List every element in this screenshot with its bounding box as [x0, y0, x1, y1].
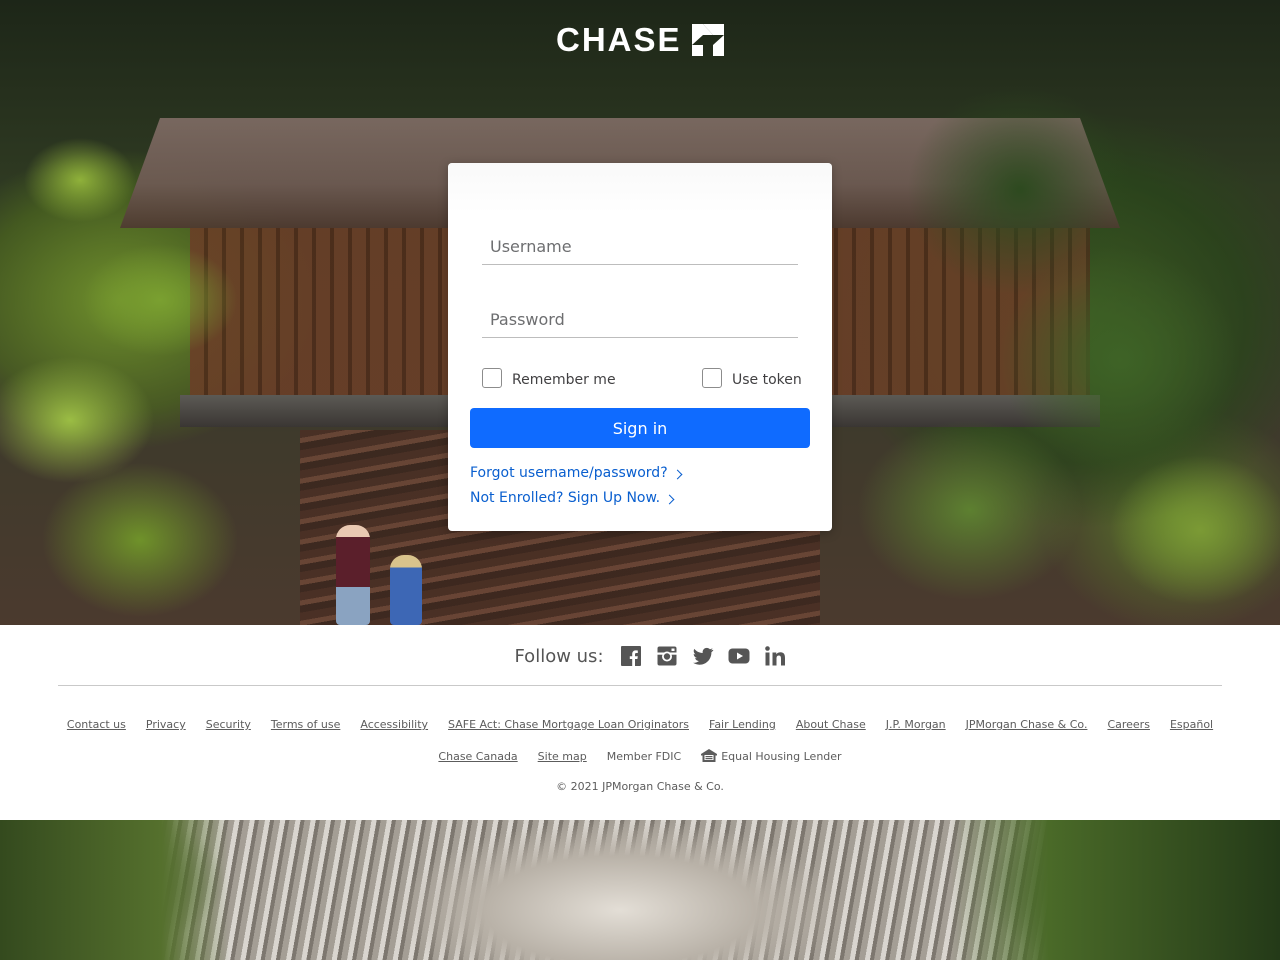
chase-logo[interactable]: CHASE [556, 22, 724, 58]
hiker-figure [336, 525, 370, 625]
facebook-icon[interactable] [620, 645, 642, 667]
member-fdic-text: Member FDIC [606, 749, 682, 763]
linkedin-icon[interactable] [764, 645, 786, 667]
forgot-credentials-link[interactable]: Forgot username/password? [470, 465, 683, 481]
use-token-option[interactable]: Use token [702, 368, 802, 388]
site-footer: Follow us: Contact us Privacy Security T… [0, 625, 1280, 820]
footer-link-terms-of-use[interactable]: Terms of use [271, 718, 340, 731]
enroll-link[interactable]: Not Enrolled? Sign Up Now. [470, 490, 675, 506]
footer-link-espanol[interactable]: Español [1170, 718, 1213, 731]
footer-link-safe-act[interactable]: SAFE Act: Chase Mortgage Loan Originator… [448, 718, 689, 731]
footer-link-careers[interactable]: Careers [1107, 718, 1150, 731]
footer-link-fair-lending[interactable]: Fair Lending [709, 718, 776, 731]
social-follow-bar: Follow us: [0, 645, 1280, 667]
equal-housing-icon [701, 749, 718, 762]
footer-links-row-secondary: Chase Canada Site map Member FDIC Equal … [0, 749, 1280, 763]
sign-in-button[interactable]: Sign in [470, 408, 810, 448]
hiker-figure [390, 555, 422, 625]
remember-me-checkbox[interactable] [482, 368, 502, 388]
brand-name: CHASE [556, 21, 682, 58]
foliage-right [950, 820, 1280, 960]
foliage-left [0, 820, 230, 960]
chase-octagon-icon [691, 24, 724, 56]
forgot-credentials-label: Forgot username/password? [470, 465, 668, 481]
footer-link-about-chase[interactable]: About Chase [796, 718, 866, 731]
equal-housing-label: Equal Housing Lender [721, 749, 842, 763]
login-card: Remember me Use token Sign in Forgot use… [448, 163, 832, 531]
twitter-icon[interactable] [692, 645, 714, 667]
footer-link-jp-morgan[interactable]: J.P. Morgan [886, 718, 946, 731]
footer-link-security[interactable]: Security [206, 718, 251, 731]
use-token-checkbox[interactable] [702, 368, 722, 388]
footer-link-privacy[interactable]: Privacy [146, 718, 186, 731]
tree-foliage-left [0, 60, 300, 620]
password-input[interactable] [482, 302, 798, 338]
footer-link-site-map[interactable]: Site map [538, 750, 587, 763]
youtube-icon[interactable] [728, 645, 750, 667]
remember-me-option[interactable]: Remember me [482, 368, 616, 388]
copyright-text: © 2021 JPMorgan Chase & Co. [556, 780, 724, 793]
footer-link-accessibility[interactable]: Accessibility [360, 718, 428, 731]
footer-link-jpmorgan-chase[interactable]: JPMorgan Chase & Co. [966, 718, 1088, 731]
footer-link-chase-canada[interactable]: Chase Canada [438, 750, 517, 763]
instagram-icon[interactable] [656, 645, 678, 667]
equal-housing-lender: Equal Housing Lender [701, 749, 842, 763]
follow-label: Follow us: [514, 645, 604, 667]
chevron-right-icon [664, 494, 675, 504]
use-token-label: Use token [732, 372, 802, 388]
card-header-fade [448, 163, 832, 213]
footer-divider [58, 685, 1222, 686]
remember-me-label: Remember me [512, 372, 616, 388]
chevron-right-icon [672, 469, 683, 479]
tree-foliage-right [820, 30, 1280, 625]
enroll-label: Not Enrolled? Sign Up Now. [470, 490, 661, 506]
background-photo-bottom [0, 820, 1280, 960]
footer-link-contact-us[interactable]: Contact us [67, 718, 126, 731]
username-input[interactable] [482, 229, 798, 265]
footer-links-row: Contact us Privacy Security Terms of use… [0, 718, 1280, 731]
